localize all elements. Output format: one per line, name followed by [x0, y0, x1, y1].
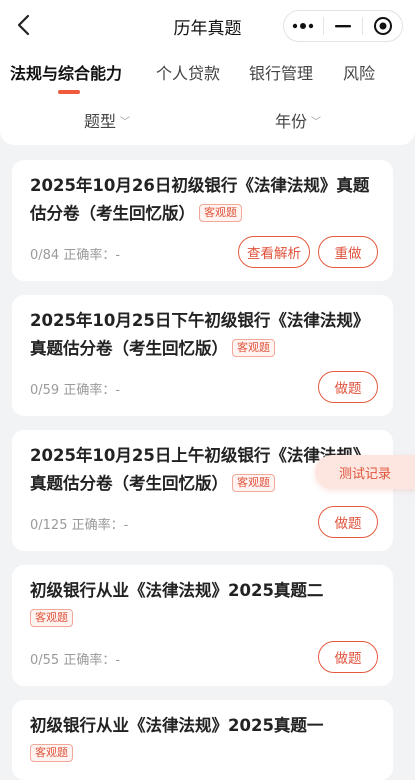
tab-risk[interactable]: 风险 [343, 60, 375, 84]
chevron-down-icon: ﹀ [120, 116, 131, 128]
question-type-tag: 客观题 [30, 744, 73, 762]
exam-stats: 0/55 正确率：- [30, 653, 121, 668]
filter-year-dropdown[interactable]: 年份 ﹀ [275, 108, 321, 132]
exam-card[interactable]: 2025年10月25日下午初级银行《法律法规》真题估分卷（考生回忆版） 客观题 0… [12, 295, 393, 416]
exam-title-text: 初级银行从业《法律法规》2025真题一 [30, 716, 324, 735]
exam-title: 初级银行从业《法律法规》2025真题二 客观题 [30, 577, 380, 633]
exam-stats: 0/59 正确率：- [30, 383, 121, 398]
start-practice-button[interactable]: 做题 [318, 641, 378, 673]
exam-stats: 0/125 正确率：- [30, 518, 129, 533]
tabs-fade [385, 58, 415, 90]
nav-bar: 历年真题 [0, 0, 415, 52]
redo-button[interactable]: 重做 [318, 236, 378, 268]
filter-bar: 题型 ﹀ 年份 ﹀ [0, 106, 415, 134]
question-type-tag: 客观题 [232, 339, 275, 357]
tab-bank-management[interactable]: 银行管理 [249, 60, 313, 84]
tab-regulations[interactable]: 法规与综合能力 [10, 60, 122, 84]
filter-type-label: 题型 [84, 112, 117, 131]
tab-personal-loans[interactable]: 个人贷款 [156, 60, 220, 84]
target-close-icon [373, 17, 392, 35]
question-type-tag: 客观题 [199, 204, 242, 222]
start-practice-button[interactable]: 做题 [318, 371, 378, 403]
more-dots-icon [293, 23, 314, 29]
question-type-tag: 客观题 [232, 474, 275, 492]
test-record-button[interactable]: 测试记录 [315, 455, 415, 489]
close-miniprogram-button[interactable] [363, 11, 402, 41]
start-practice-button[interactable]: 做题 [318, 506, 378, 538]
exam-title-text: 2025年10月25日下午初级银行《法律法规》真题估分卷（考生回忆版） [30, 311, 370, 358]
exam-card[interactable]: 初级银行从业《法律法规》2025真题二 客观题 0/55 正确率：- 做题 [12, 565, 393, 686]
filter-year-label: 年份 [275, 112, 308, 131]
header: 历年真题 法规与综合能力 个人贷款 银行管理 风险 题型 ﹀ 年份 ﹀ [0, 0, 415, 145]
exam-title-text: 初级银行从业《法律法规》2025真题二 [30, 581, 324, 600]
filter-type-dropdown[interactable]: 题型 ﹀ [84, 108, 130, 132]
exam-card[interactable]: 2025年10月25日上午初级银行《法律法规》真题估分卷（考生回忆版） 客观题 0… [12, 430, 393, 551]
view-analysis-button[interactable]: 查看解析 [238, 236, 310, 268]
exam-stats: 0/84 正确率：- [30, 248, 121, 263]
question-type-tag: 客观题 [30, 609, 73, 627]
more-button[interactable] [284, 11, 323, 41]
chevron-down-icon: ﹀ [311, 116, 322, 128]
exam-title: 2025年10月25日下午初级银行《法律法规》真题估分卷（考生回忆版） 客观题 [30, 307, 380, 363]
exam-card[interactable]: 初级银行从业《法律法规》2025真题一 客观题 [12, 700, 393, 780]
active-tab-indicator [58, 90, 80, 94]
minimize-button[interactable] [324, 11, 363, 41]
exam-title: 初级银行从业《法律法规》2025真题一 客观题 [30, 712, 380, 768]
exam-card[interactable]: 2025年10月26日初级银行《法律法规》真题估分卷（考生回忆版） 客观题 0/8… [12, 160, 393, 281]
minus-icon [335, 25, 351, 28]
mini-program-capsule [283, 10, 403, 42]
exam-title: 2025年10月26日初级银行《法律法规》真题估分卷（考生回忆版） 客观题 [30, 172, 380, 228]
